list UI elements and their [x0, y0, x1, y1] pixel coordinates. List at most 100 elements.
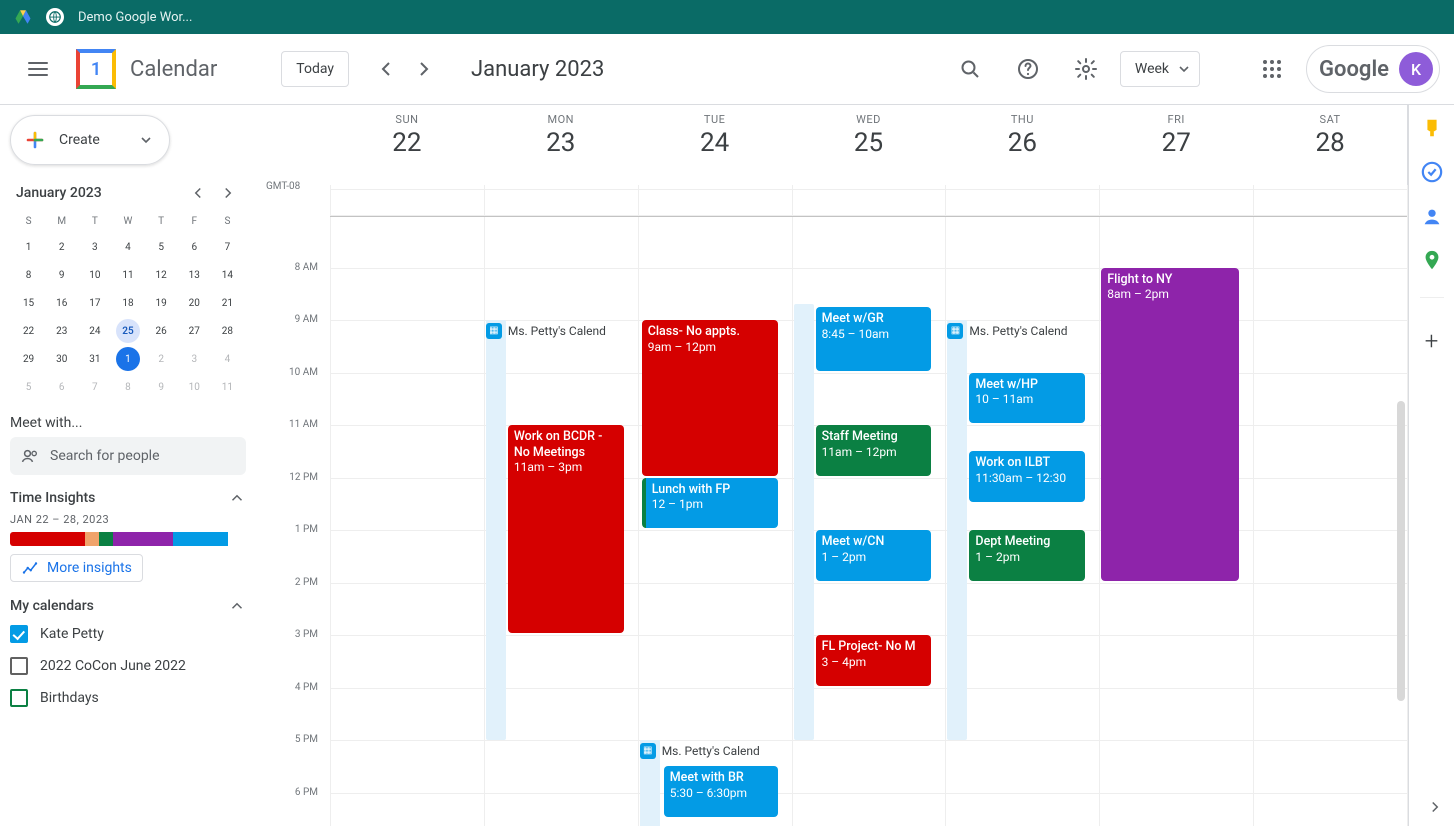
calendar-item[interactable]: 2022 CoCon June 2022 — [10, 650, 246, 682]
minical-day[interactable]: 1 — [116, 347, 140, 371]
view-switcher[interactable]: Week — [1120, 51, 1200, 87]
day-header[interactable]: SAT28 — [1253, 113, 1407, 185]
prev-period-button[interactable] — [367, 50, 405, 88]
minical-day[interactable]: 22 — [12, 317, 45, 345]
minical-day[interactable]: 24 — [78, 317, 111, 345]
scrollbar-thumb[interactable] — [1397, 401, 1405, 701]
minical-day[interactable]: 13 — [178, 261, 211, 289]
day-header[interactable]: MON23 — [484, 113, 638, 185]
day-header[interactable]: SUN22 — [330, 113, 484, 185]
minical-day[interactable]: 1 — [12, 233, 45, 261]
minical-day[interactable]: 4 — [111, 233, 144, 261]
minical-day[interactable]: 8 — [111, 373, 144, 401]
minical-day[interactable]: 3 — [178, 345, 211, 373]
minical-day[interactable]: 27 — [178, 317, 211, 345]
minical-day[interactable]: 7 — [78, 373, 111, 401]
day-header[interactable]: TUE24 — [638, 113, 792, 185]
event-block[interactable]: Class- No appts.9am – 12pm — [642, 320, 778, 476]
browser-tab-title[interactable]: Demo Google Wor... — [78, 10, 192, 25]
date-range-title: January 2023 — [471, 57, 604, 82]
minical-day[interactable]: 28 — [211, 317, 244, 345]
minical-day[interactable]: 30 — [45, 345, 78, 373]
people-search-input[interactable]: Search for people — [10, 437, 246, 475]
minical-day[interactable]: 5 — [145, 233, 178, 261]
minical-day[interactable]: 15 — [12, 289, 45, 317]
minical-day[interactable]: 23 — [45, 317, 78, 345]
minical-day[interactable]: 17 — [78, 289, 111, 317]
help-button[interactable] — [1004, 45, 1052, 93]
minical-day[interactable]: 6 — [178, 233, 211, 261]
minical-day[interactable]: 5 — [12, 373, 45, 401]
minical-day[interactable]: 19 — [145, 289, 178, 317]
today-button[interactable]: Today — [281, 51, 349, 87]
minical-day[interactable]: 9 — [145, 373, 178, 401]
minical-day[interactable]: 26 — [145, 317, 178, 345]
calendar-chip[interactable]: ▦Ms. Petty's Calend — [486, 323, 606, 339]
add-addon-button[interactable]: + — [1421, 330, 1443, 352]
chevron-up-icon[interactable] — [228, 489, 246, 507]
calendar-item[interactable]: Kate Petty — [10, 618, 246, 650]
mini-calendar-title: January 2023 — [16, 185, 102, 201]
event-block[interactable]: Dept Meeting1 – 2pm — [969, 530, 1085, 581]
settings-button[interactable] — [1062, 45, 1110, 93]
next-period-button[interactable] — [405, 50, 443, 88]
event-block[interactable]: Flight to NY8am – 2pm — [1101, 268, 1239, 581]
event-block[interactable]: Work on BCDR - No Meetings11am – 3pm — [508, 425, 624, 633]
calendar-chip[interactable]: ▦Ms. Petty's Calend — [947, 323, 1067, 339]
calendar-checkbox[interactable] — [10, 625, 28, 643]
minical-day[interactable]: 11 — [211, 373, 244, 401]
tasks-icon[interactable] — [1421, 161, 1443, 183]
day-header[interactable]: THU26 — [945, 113, 1099, 185]
calendar-checkbox[interactable] — [10, 689, 28, 707]
event-block[interactable]: Staff Meeting11am – 12pm — [816, 425, 932, 476]
minical-day[interactable]: 16 — [45, 289, 78, 317]
more-insights-button[interactable]: More insights — [10, 554, 143, 582]
event-block[interactable]: Lunch with FP12 – 1pm — [642, 478, 778, 529]
event-block[interactable]: Meet w/HP10 – 11am — [969, 373, 1085, 424]
minical-day[interactable]: 25 — [116, 319, 140, 343]
minical-day[interactable]: 21 — [211, 289, 244, 317]
minical-day[interactable]: 14 — [211, 261, 244, 289]
user-avatar[interactable]: K — [1399, 52, 1433, 86]
minical-dow: W — [111, 209, 144, 233]
create-button[interactable]: Create — [10, 115, 170, 165]
main-menu-button[interactable] — [14, 45, 62, 93]
minical-day[interactable]: 10 — [178, 373, 211, 401]
day-header[interactable]: FRI27 — [1099, 113, 1253, 185]
calendar-checkbox[interactable] — [10, 657, 28, 675]
day-header[interactable]: WED25 — [792, 113, 946, 185]
minical-day[interactable]: 20 — [178, 289, 211, 317]
minical-day[interactable]: 3 — [78, 233, 111, 261]
minical-day[interactable]: 11 — [111, 261, 144, 289]
minical-day[interactable]: 8 — [12, 261, 45, 289]
minical-day[interactable]: 2 — [45, 233, 78, 261]
minical-day[interactable]: 2 — [145, 345, 178, 373]
minical-day[interactable]: 18 — [111, 289, 144, 317]
minical-day[interactable]: 6 — [45, 373, 78, 401]
event-block[interactable]: Meet w/CN1 – 2pm — [816, 530, 932, 581]
hide-side-panel-button[interactable] — [1426, 798, 1444, 820]
calendar-chip[interactable]: ▦Ms. Petty's Calend — [640, 743, 760, 759]
maps-icon[interactable] — [1421, 249, 1443, 271]
event-block[interactable]: Meet with BR5:30 – 6:30pm — [664, 766, 778, 817]
minical-day[interactable]: 4 — [211, 345, 244, 373]
account-chip[interactable]: Google K — [1306, 45, 1440, 93]
keep-icon[interactable] — [1421, 117, 1443, 139]
event-block[interactable]: FL Project- No M3 – 4pm — [816, 635, 932, 686]
plus-icon — [23, 128, 47, 152]
event-block[interactable]: Work on ILBT11:30am – 12:30 — [969, 451, 1085, 502]
minical-day[interactable]: 12 — [145, 261, 178, 289]
minical-day[interactable]: 29 — [12, 345, 45, 373]
minical-day[interactable]: 9 — [45, 261, 78, 289]
chevron-up-icon[interactable] — [228, 597, 246, 615]
minical-day[interactable]: 10 — [78, 261, 111, 289]
calendar-item[interactable]: Birthdays — [10, 682, 246, 714]
minical-day[interactable]: 31 — [78, 345, 111, 373]
search-button[interactable] — [946, 45, 994, 93]
mini-prev-month[interactable] — [186, 181, 210, 205]
google-apps-button[interactable] — [1248, 45, 1296, 93]
minical-day[interactable]: 7 — [211, 233, 244, 261]
event-block[interactable]: Meet w/GR8:45 – 10am — [816, 307, 932, 371]
contacts-icon[interactable] — [1421, 205, 1443, 227]
mini-next-month[interactable] — [216, 181, 240, 205]
